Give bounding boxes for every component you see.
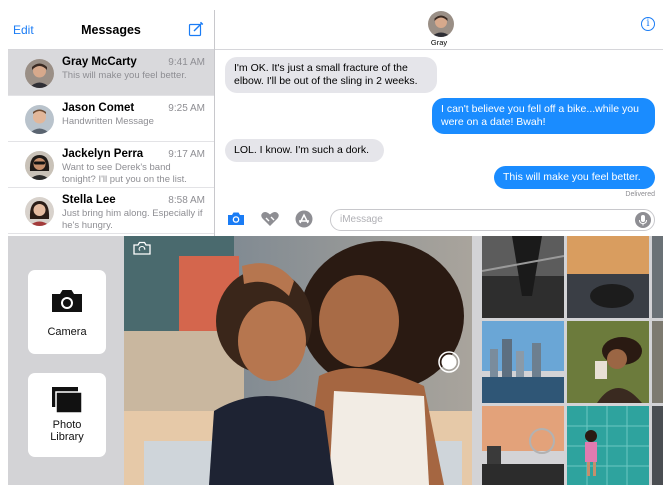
compose-icon[interactable]: [188, 21, 204, 37]
photo-library-icon: [52, 387, 83, 414]
contact-name[interactable]: Gray: [215, 38, 663, 47]
photo-thumbnail[interactable]: [652, 236, 663, 318]
conversation-time: 9:17 AM: [168, 149, 205, 160]
conversation-item-gray-mccarty[interactable]: Gray McCarty 9:41 AM This will make you …: [8, 50, 214, 96]
contact-avatar[interactable]: [428, 11, 454, 37]
conversation-time: 9:41 AM: [168, 57, 205, 68]
message-bubble-outgoing: I can't believe you fell off a bike...wh…: [432, 98, 655, 134]
photo-thumbnail[interactable]: [482, 321, 564, 403]
photo-drawer: Camera Photo Library: [8, 236, 663, 485]
photo-library-tile[interactable]: Photo Library: [28, 373, 106, 457]
camera-label: Camera: [47, 326, 87, 338]
conversation-name: Jason Comet: [62, 102, 135, 114]
conversation-preview: Just bring him along. Especially if he's…: [62, 208, 203, 231]
conversation-pane: Gray i I'm OK. It's just a small fractur…: [215, 10, 663, 236]
conversation-time: 8:58 AM: [168, 195, 205, 206]
avatar: [25, 105, 54, 134]
conversation-list-sidebar: Edit Messages Gray McCarty 9:41 AM This …: [8, 10, 215, 236]
photo-thumbnail[interactable]: [482, 236, 564, 318]
conversation-name: Jackelyn Perra: [62, 148, 144, 160]
avatar: [25, 197, 54, 226]
avatar: [25, 151, 54, 180]
avatar: [25, 59, 54, 88]
photo-thumbnail[interactable]: [567, 321, 649, 403]
app-store-icon[interactable]: [294, 210, 314, 228]
photo-thumbnail[interactable]: [652, 321, 663, 403]
message-bubble-incoming: LOL. I know. I'm such a dork.: [225, 139, 384, 162]
conversation-preview: This will make you feel better.: [62, 70, 187, 81]
conversation-item-jackelyn-perra[interactable]: Jackelyn Perra 9:17 AM Want to see Derek…: [8, 142, 214, 188]
message-input-bar: iMessage: [215, 206, 663, 234]
sidebar-header: Edit Messages: [8, 10, 214, 50]
info-icon[interactable]: i: [641, 17, 655, 31]
heart-icon[interactable]: [260, 210, 280, 228]
microphone-icon[interactable]: [635, 212, 651, 228]
conversation-item-stella-lee[interactable]: Stella Lee 8:58 AM Just bring him along.…: [8, 188, 214, 234]
flip-camera-icon[interactable]: [133, 241, 151, 255]
photo-thumbnail[interactable]: [482, 406, 564, 485]
camera-icon: [52, 290, 82, 312]
conversation-name: Stella Lee: [62, 194, 116, 206]
photo-library-label: Photo Library: [50, 419, 84, 443]
conversation-time: 9:25 AM: [168, 103, 205, 114]
message-bubble-outgoing: This will make you feel better.: [494, 166, 655, 189]
photo-thumbnail[interactable]: [567, 406, 649, 485]
conversation-name: Gray McCarty: [62, 56, 137, 68]
photo-thumbnail[interactable]: [652, 406, 663, 485]
conversation-header: Gray i: [215, 10, 663, 50]
camera-tile[interactable]: Camera: [28, 270, 106, 354]
shutter-icon[interactable]: [438, 351, 460, 373]
sidebar-title: Messages: [81, 23, 141, 37]
delivered-status: Delivered: [625, 191, 655, 198]
camera-icon[interactable]: [226, 210, 246, 228]
message-bubble-incoming: I'm OK. It's just a small fracture of th…: [225, 57, 437, 93]
message-input[interactable]: iMessage: [330, 209, 655, 231]
conversation-preview: Handwritten Message: [62, 116, 154, 127]
photo-thumbnail[interactable]: [567, 236, 649, 318]
conversation-item-jason-comet[interactable]: Jason Comet 9:25 AM Handwritten Message: [8, 96, 214, 142]
camera-preview[interactable]: [124, 236, 472, 485]
conversation-preview: Want to see Derek's band tonight? I'll p…: [62, 162, 187, 185]
